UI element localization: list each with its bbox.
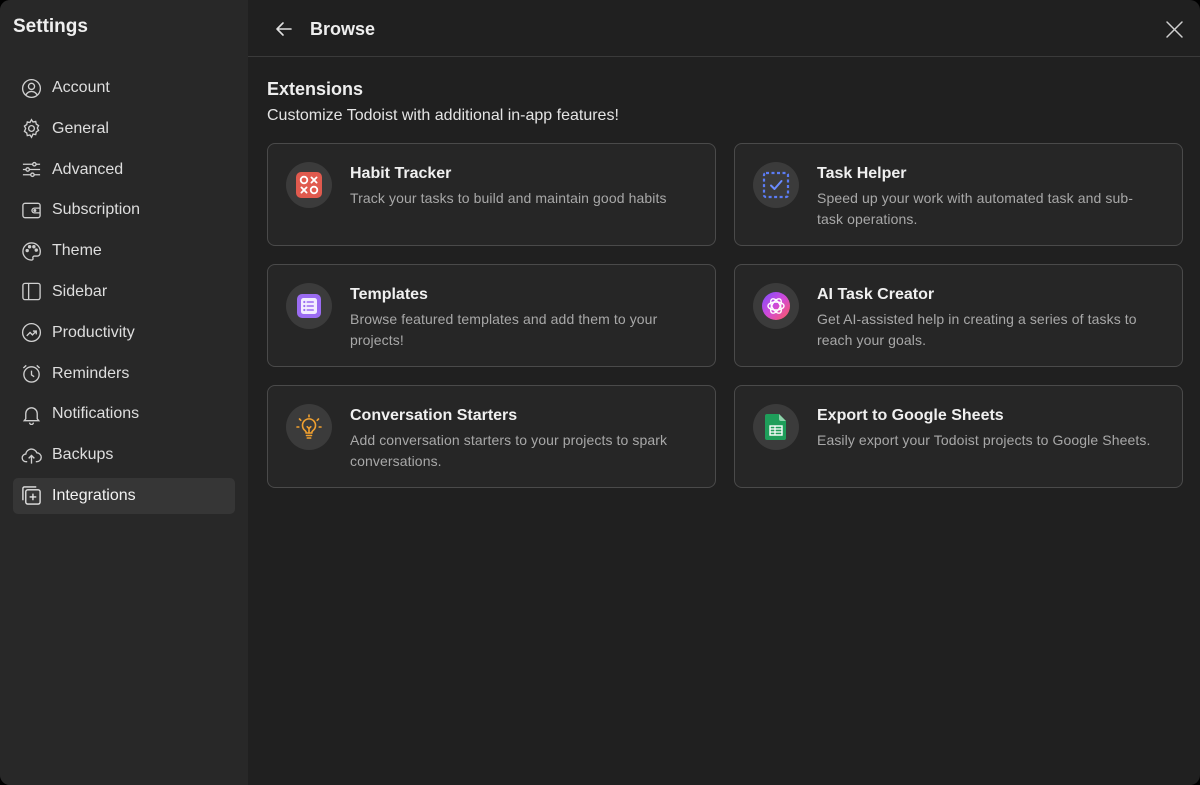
sidebar-item-label: Backups xyxy=(52,446,114,464)
task-helper-icon xyxy=(753,162,799,208)
account-icon xyxy=(20,77,42,99)
alarm-clock-icon xyxy=(20,363,42,385)
google-sheets-icon xyxy=(753,404,799,450)
card-title: Templates xyxy=(350,286,428,303)
sidebar-nav: Account General Advanced Subscription Th… xyxy=(13,70,235,519)
sidebar-item-integrations[interactable]: Integrations xyxy=(13,477,235,514)
card-title: Task Helper xyxy=(817,165,907,182)
sidebar-item-account[interactable]: Account xyxy=(13,70,235,106)
sidebar-layout-icon xyxy=(20,281,42,303)
card-description: Speed up your work with automated task a… xyxy=(817,190,1133,227)
sidebar-item-label: Theme xyxy=(52,242,102,260)
sidebar-item-notifications[interactable]: Notifications xyxy=(13,396,235,432)
main-panel: Browse Extensions Customize Todoist with… xyxy=(248,0,1200,785)
sidebar-item-label: Productivity xyxy=(52,323,135,341)
card-description: Add conversation starters to your projec… xyxy=(350,432,668,469)
extension-card-task-helper[interactable]: Task Helper Speed up your work with auto… xyxy=(734,143,1183,246)
extension-card-templates[interactable]: Templates Browse featured templates and … xyxy=(267,264,716,367)
back-arrow-icon[interactable] xyxy=(274,19,294,39)
card-description: Easily export your Todoist projects to G… xyxy=(817,432,1151,448)
card-description: Get AI-assisted help in creating a serie… xyxy=(817,311,1137,348)
sidebar-item-label: Notifications xyxy=(52,405,140,423)
close-icon[interactable] xyxy=(1165,20,1184,39)
extension-card-ai-task-creator[interactable]: AI Task Creator Get AI-assisted help in … xyxy=(734,264,1183,367)
sidebar-item-general[interactable]: General xyxy=(13,111,235,147)
card-description: Track your tasks to build and maintain g… xyxy=(350,190,667,206)
section-subtitle: Customize Todoist with additional in-app… xyxy=(267,107,619,124)
gear-icon xyxy=(20,118,42,140)
settings-window: Settings Account General Advanced Subscr… xyxy=(0,0,1200,785)
sidebar-item-subscription[interactable]: Subscription xyxy=(13,192,235,228)
sidebar-item-advanced[interactable]: Advanced xyxy=(13,152,235,188)
sliders-icon xyxy=(20,159,42,181)
card-title: AI Task Creator xyxy=(817,286,935,303)
sidebar-item-label: Integrations xyxy=(52,486,136,504)
lightbulb-icon xyxy=(286,404,332,450)
card-title: Export to Google Sheets xyxy=(817,407,1004,424)
sidebar-item-label: Reminders xyxy=(52,364,130,382)
extension-card-conversation-starters[interactable]: Conversation Starters Add conversation s… xyxy=(267,385,716,488)
sidebar-item-productivity[interactable]: Productivity xyxy=(13,315,235,351)
sidebar-item-label: Subscription xyxy=(52,201,141,219)
card-title: Conversation Starters xyxy=(350,407,518,424)
integrations-icon xyxy=(20,485,42,507)
extension-card-habit-tracker[interactable]: Habit Tracker Track your tasks to build … xyxy=(267,143,716,246)
templates-icon xyxy=(286,283,332,329)
sidebar-item-label: Advanced xyxy=(52,160,124,178)
bell-icon xyxy=(20,403,42,425)
trend-up-icon xyxy=(20,322,42,344)
card-title: Habit Tracker xyxy=(350,165,452,182)
palette-icon xyxy=(20,240,42,262)
settings-sidebar: Settings Account General Advanced Subscr… xyxy=(0,0,248,785)
ai-task-creator-icon xyxy=(753,283,799,329)
sidebar-title: Settings xyxy=(13,16,88,37)
card-description: Browse featured templates and add them t… xyxy=(350,311,658,348)
habit-tracker-icon xyxy=(286,162,332,208)
sidebar-item-backups[interactable]: Backups xyxy=(13,437,235,473)
extension-card-google-sheets[interactable]: Export to Google Sheets Easily export yo… xyxy=(734,385,1183,488)
cloud-upload-icon xyxy=(20,444,42,466)
sidebar-item-theme[interactable]: Theme xyxy=(13,233,235,269)
sidebar-item-label: Sidebar xyxy=(52,282,108,300)
sidebar-item-reminders[interactable]: Reminders xyxy=(13,356,235,392)
extensions-grid: Habit Tracker Track your tasks to build … xyxy=(267,143,1183,488)
page-title: Browse xyxy=(310,19,376,39)
sidebar-item-label: General xyxy=(52,119,109,137)
sidebar-item-label: Account xyxy=(52,79,110,96)
wallet-icon xyxy=(20,199,42,221)
sidebar-item-sidebar[interactable]: Sidebar xyxy=(13,274,235,310)
section-title: Extensions xyxy=(267,79,364,99)
panel-header: Browse xyxy=(248,0,1200,57)
